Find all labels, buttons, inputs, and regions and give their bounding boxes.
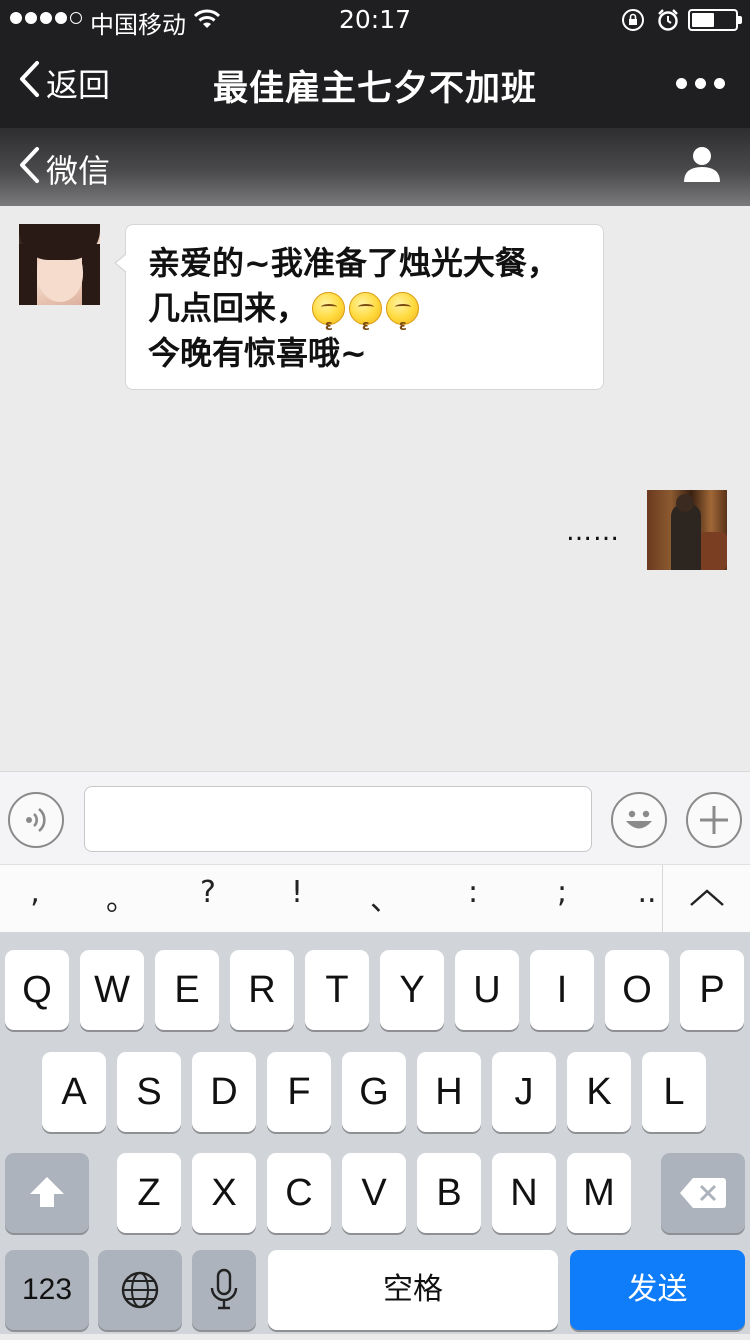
key-v[interactable]: V <box>342 1153 406 1233</box>
key-h[interactable]: H <box>417 1052 481 1132</box>
key-y[interactable]: Y <box>380 950 444 1030</box>
punct-key-comma[interactable]: , <box>5 875 65 910</box>
shift-arrow-icon <box>30 1177 64 1207</box>
key-m[interactable]: M <box>567 1153 631 1233</box>
rotation-lock-icon <box>621 8 645 38</box>
key-k[interactable]: K <box>567 1052 631 1132</box>
shift-key[interactable] <box>5 1153 89 1233</box>
key-r[interactable]: R <box>230 950 294 1030</box>
incoming-message-bubble[interactable]: 亲爱的~我准备了烛光大餐， 几点回来， 今晚有惊喜哦~ <box>114 224 604 390</box>
more-functions-button[interactable] <box>686 792 742 848</box>
punctuation-bar: , 。 ? ! 、 : ; .. <box>0 864 750 933</box>
microphone-icon <box>210 1268 238 1310</box>
key-q[interactable]: Q <box>5 950 69 1030</box>
message-line-with-emoji: 几点回来， <box>148 286 581 349</box>
key-o[interactable]: O <box>605 950 669 1030</box>
user-avatar[interactable] <box>647 490 727 570</box>
microphone-key[interactable] <box>192 1250 256 1330</box>
punct-key-colon[interactable]: : <box>443 875 503 910</box>
chevron-left-icon <box>18 146 40 192</box>
numbers-key[interactable]: 123 <box>5 1250 89 1330</box>
globe-key[interactable] <box>98 1250 182 1330</box>
message-line: 几点回来， <box>148 289 309 327</box>
keyboard: Q W E R T Y U I O P A S D F G H J K L Z … <box>0 932 750 1334</box>
key-c[interactable]: C <box>267 1153 331 1233</box>
key-u[interactable]: U <box>455 950 519 1030</box>
voice-wave-icon <box>26 807 46 833</box>
chat-messages: 亲爱的~我准备了烛光大餐， 几点回来， 今晚有惊喜哦~ …… <box>0 206 750 771</box>
kiss-face-icon <box>312 292 346 349</box>
punct-key-semicolon[interactable]: ; <box>532 875 592 910</box>
wechat-back-label: 微信 <box>46 152 111 190</box>
smiley-face-icon <box>626 810 652 829</box>
voice-input-button[interactable] <box>8 792 64 848</box>
key-w[interactable]: W <box>80 950 144 1030</box>
alarm-icon <box>656 8 680 38</box>
chevron-up-icon <box>690 889 724 906</box>
message-text-input[interactable] <box>84 786 592 852</box>
outgoing-message-text[interactable]: …… <box>566 517 620 547</box>
plus-icon <box>700 806 728 834</box>
message-line: 亲爱的~我准备了烛光大餐， <box>148 244 559 282</box>
send-button[interactable]: 发送 <box>570 1250 745 1330</box>
status-bar: 中国移动 20:17 <box>0 0 750 40</box>
punct-key-question[interactable]: ? <box>178 875 238 910</box>
navigation-bar: 返回 最佳雇主七夕不加班 <box>0 40 750 128</box>
key-i[interactable]: I <box>530 950 594 1030</box>
wechat-back-button[interactable]: 微信 <box>18 146 110 192</box>
key-j[interactable]: J <box>492 1052 556 1132</box>
delete-key[interactable] <box>661 1153 745 1233</box>
globe-icon <box>121 1271 159 1309</box>
key-z[interactable]: Z <box>117 1153 181 1233</box>
punct-key-enum-comma[interactable]: 、 <box>355 875 415 919</box>
wechat-header: 微信 <box>0 128 750 206</box>
page-title: 最佳雇主七夕不加班 <box>212 69 537 109</box>
more-options-button[interactable] <box>676 78 725 89</box>
key-x[interactable]: X <box>192 1153 256 1233</box>
kiss-face-icon <box>349 292 383 349</box>
key-a[interactable]: A <box>42 1052 106 1132</box>
key-b[interactable]: B <box>417 1153 481 1233</box>
key-n[interactable]: N <box>492 1153 556 1233</box>
contact-avatar[interactable] <box>19 224 100 305</box>
key-g[interactable]: G <box>342 1052 406 1132</box>
key-f[interactable]: F <box>267 1052 331 1132</box>
message-input-bar <box>0 771 750 864</box>
punct-key-exclaim[interactable]: ! <box>267 875 327 910</box>
kiss-face-icon <box>386 292 420 349</box>
key-t[interactable]: T <box>305 950 369 1030</box>
backspace-icon <box>680 1178 726 1208</box>
key-l[interactable]: L <box>642 1052 706 1132</box>
contact-profile-icon[interactable] <box>682 144 722 188</box>
key-d[interactable]: D <box>192 1052 256 1132</box>
punct-key-period[interactable]: 。 <box>91 875 151 919</box>
key-p[interactable]: P <box>680 950 744 1030</box>
emoji-button[interactable] <box>611 792 667 848</box>
collapse-punctuation-button[interactable] <box>662 865 750 933</box>
space-key[interactable]: 空格 <box>268 1250 558 1330</box>
key-e[interactable]: E <box>155 950 219 1030</box>
key-s[interactable]: S <box>117 1052 181 1132</box>
battery-icon <box>688 9 742 31</box>
